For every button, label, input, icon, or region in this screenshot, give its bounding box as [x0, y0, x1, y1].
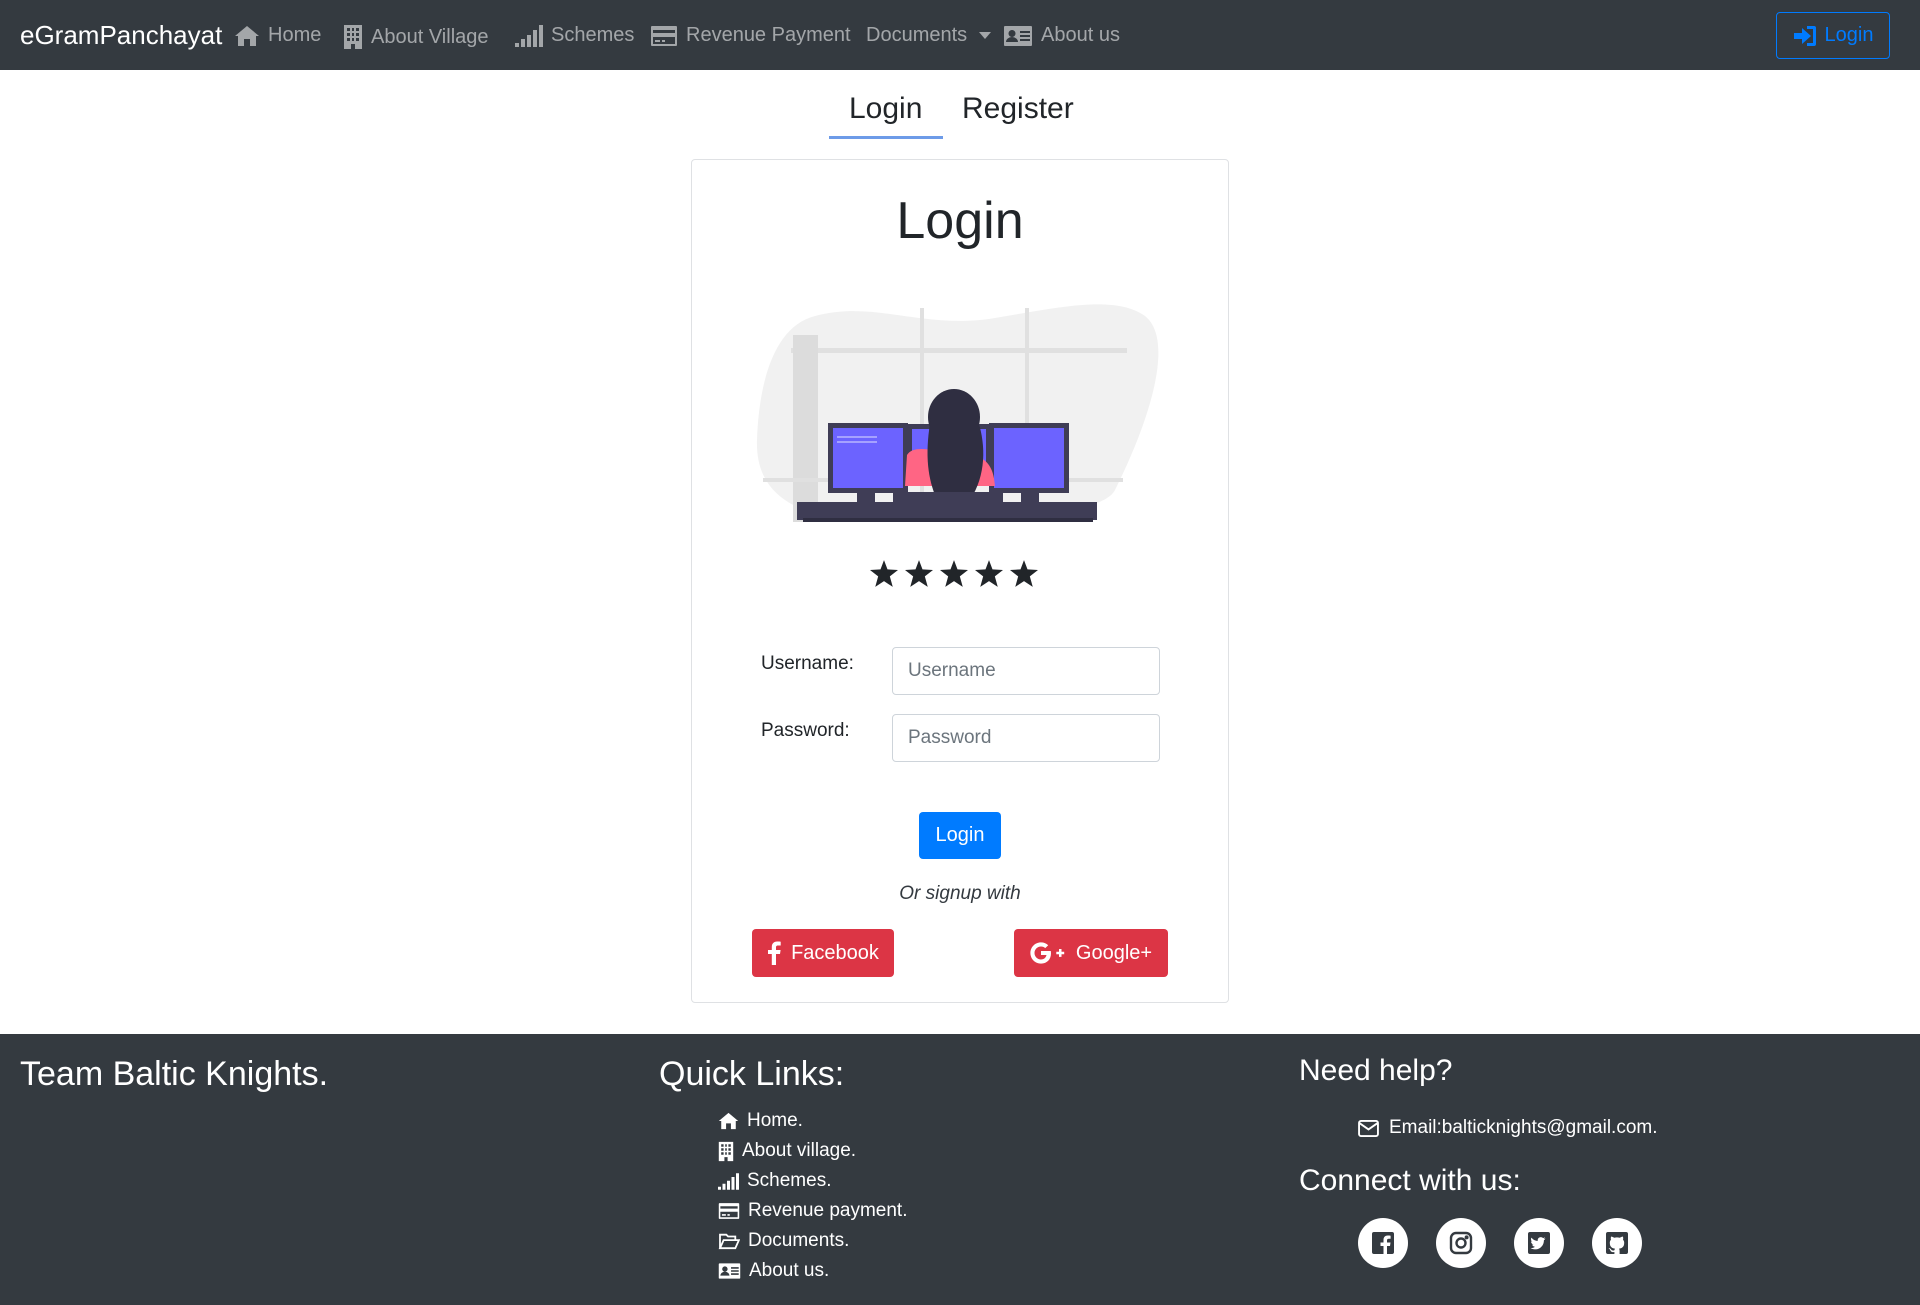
facebook-icon [1372, 1232, 1394, 1254]
chevron-down-icon [979, 32, 992, 39]
tab-login[interactable]: Login [849, 92, 922, 126]
footer-link-revenue-payment[interactable]: Revenue payment. [718, 1200, 908, 1222]
facebook-f-icon [768, 941, 781, 965]
facebook-signup-label: Facebook [791, 941, 879, 964]
home-icon [718, 1112, 739, 1130]
footer-link-home[interactable]: Home. [718, 1110, 803, 1132]
username-label: Username: [761, 653, 854, 674]
nav-revenue-payment-label: Revenue Payment [686, 24, 851, 46]
footer-link-documents-label: Documents. [748, 1230, 850, 1251]
footer-connect-title: Connect with us: [1299, 1164, 1521, 1197]
rating-stars [870, 560, 1038, 587]
nav-home-label: Home [268, 24, 322, 46]
id-card-icon [1004, 25, 1032, 46]
password-input[interactable] [892, 714, 1160, 762]
nav-schemes-label: Schemes [551, 24, 635, 46]
folder-open-icon [718, 1233, 740, 1250]
nav-revenue-payment[interactable]: Revenue Payment [650, 24, 851, 47]
star-icon [870, 560, 898, 587]
nav-documents-dropdown[interactable]: Documents [866, 24, 992, 47]
twitter-icon [1528, 1232, 1550, 1254]
tab-register[interactable]: Register [962, 92, 1074, 126]
footer-quick-links-title: Quick Links: [659, 1055, 845, 1093]
footer-link-revenue-payment-label: Revenue payment. [748, 1200, 908, 1221]
star-icon [940, 560, 968, 587]
navbar-login-button[interactable]: Login [1776, 12, 1890, 59]
nav-documents-label: Documents [866, 24, 968, 46]
star-icon [905, 560, 933, 587]
login-submit-button[interactable]: Login [919, 812, 1001, 859]
footer-email[interactable]: Email:balticknights@gmail.com. [1358, 1117, 1658, 1139]
signal-icon [718, 1172, 739, 1190]
navbar-login-label: Login [1824, 24, 1874, 46]
login-card-title: Login [896, 192, 1024, 250]
workspace-illustration [756, 304, 1159, 522]
footer-link-about-village-label: About village. [742, 1140, 857, 1161]
active-tab-indicator [829, 136, 943, 139]
instagram-icon [1449, 1231, 1473, 1255]
footer-link-schemes-label: Schemes. [747, 1170, 832, 1191]
nav-about-village[interactable]: About Village [343, 24, 489, 50]
footer-email-text: Email:balticknights@gmail.com. [1389, 1117, 1658, 1138]
facebook-social-button[interactable] [1358, 1218, 1408, 1268]
github-social-button[interactable] [1592, 1218, 1642, 1268]
footer-link-about-village[interactable]: About village. [718, 1140, 856, 1162]
username-input[interactable] [892, 647, 1160, 695]
id-card-icon [718, 1263, 741, 1279]
footer-team-name: Team Baltic Knights. [20, 1055, 329, 1093]
building-icon [344, 25, 362, 49]
twitter-social-button[interactable] [1514, 1218, 1564, 1268]
footer-link-about-us[interactable]: About us. [718, 1260, 829, 1282]
sign-in-icon [1793, 25, 1816, 46]
instagram-social-button[interactable] [1436, 1218, 1486, 1268]
google-signup-label: Google+ [1075, 941, 1153, 964]
navbar: eGramPanchayat Home About Village Scheme… [0, 0, 1920, 70]
signal-icon [515, 24, 543, 47]
nav-about-us-label: About us [1041, 24, 1120, 46]
github-icon [1606, 1232, 1628, 1254]
facebook-signup-button[interactable]: Facebook [752, 929, 894, 977]
envelope-icon [1358, 1119, 1379, 1137]
credit-card-icon [651, 25, 677, 46]
nav-schemes[interactable]: Schemes [515, 24, 634, 47]
google-plus-icon [1030, 942, 1065, 964]
signup-divider-text: Or signup with [899, 883, 1021, 904]
footer-link-schemes[interactable]: Schemes. [718, 1170, 831, 1192]
building-icon [718, 1141, 734, 1161]
footer-help-title: Need help? [1299, 1054, 1453, 1087]
nav-about-us[interactable]: About us [1003, 24, 1120, 47]
brand-link[interactable]: eGramPanchayat [20, 20, 222, 51]
credit-card-icon [718, 1203, 740, 1219]
footer-link-about-us-label: About us. [749, 1260, 830, 1281]
home-icon [235, 25, 259, 46]
footer-link-documents[interactable]: Documents. [718, 1230, 849, 1252]
star-icon [975, 560, 1003, 587]
nav-home[interactable]: Home [234, 24, 321, 47]
star-icon [1010, 560, 1038, 587]
nav-about-village-label: About Village [371, 25, 489, 48]
google-signup-button[interactable]: Google+ [1014, 929, 1168, 977]
password-label: Password: [761, 720, 850, 741]
footer-link-home-label: Home. [747, 1110, 803, 1131]
